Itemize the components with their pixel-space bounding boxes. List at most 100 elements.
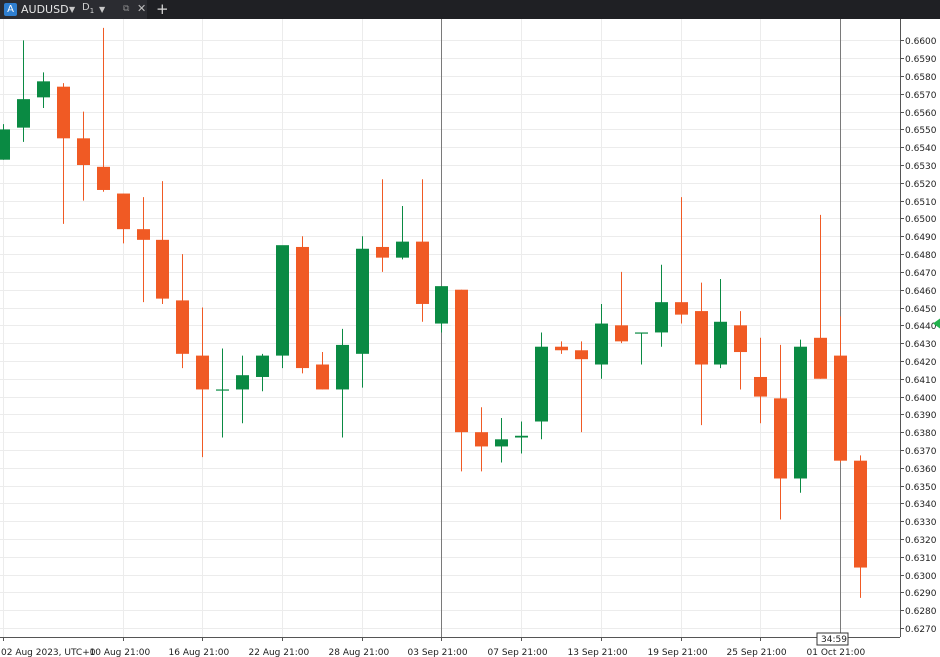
- candle-body: [37, 81, 50, 98]
- y-tick-label: 0.6330: [905, 518, 937, 528]
- candle-body: [396, 241, 409, 258]
- y-tick-label: 0.6430: [905, 340, 937, 350]
- bullish-candle: [396, 206, 409, 260]
- timer-label: 34:59: [821, 635, 847, 645]
- bearish-candle: [316, 352, 329, 390]
- timeframe-prefix: D: [82, 2, 90, 13]
- x-tick-label: 22 Aug 21:00: [249, 648, 310, 657]
- y-tick-label: 0.6580: [905, 73, 937, 83]
- x-tick-label: 03 Sep 21:00: [408, 648, 468, 657]
- timeframe-sub: 1: [89, 7, 95, 15]
- popout-icon[interactable]: ⧉: [123, 3, 129, 16]
- bearish-candle: [754, 337, 767, 424]
- watermark-logo: [374, 245, 564, 433]
- y-tick-label: 0.6520: [905, 180, 937, 190]
- bullish-candle: [714, 279, 727, 369]
- y-tick-label: 0.6500: [905, 215, 937, 225]
- bearish-candle: [296, 236, 309, 374]
- y-tick-label: 0.6370: [905, 447, 937, 457]
- symbol-icon: A: [4, 3, 17, 16]
- logo-mark: [374, 245, 564, 433]
- bearish-candle: [117, 193, 130, 244]
- bullish-candle: [276, 245, 289, 369]
- y-tick-label: 0.6380: [905, 429, 937, 439]
- bearish-candle: [416, 179, 429, 322]
- y-tick-label: 0.6590: [905, 55, 937, 65]
- candle-body: [0, 129, 10, 160]
- candle-body: [117, 193, 130, 230]
- bearish-candle: [615, 271, 628, 344]
- bullish-candle: [336, 328, 349, 438]
- symbol-title: AUDUSD: [21, 3, 69, 16]
- candle-body: [236, 375, 249, 390]
- chart-tab[interactable]: A AUDUSD ▼ D1 ▼ ⧉ ✕: [0, 0, 147, 19]
- bearish-candle: [376, 179, 389, 272]
- bearish-candle: [57, 83, 70, 224]
- bearish-candle: [774, 344, 787, 520]
- candle-body: [794, 346, 807, 479]
- y-tick-label: 0.6450: [905, 305, 937, 315]
- candle-body: [296, 246, 309, 369]
- candle-body: [814, 337, 827, 379]
- bullish-candle: [595, 303, 608, 379]
- y-tick-label: 0.6510: [905, 198, 937, 208]
- y-tick-label: 0.6350: [905, 483, 937, 493]
- bullish-candle: [37, 72, 50, 109]
- y-tick-label: 0.6360: [905, 465, 937, 475]
- y-tick-label: 0.6480: [905, 251, 937, 261]
- bearish-candle: [734, 311, 747, 390]
- bullish-candle: [535, 332, 548, 440]
- candle-body: [376, 246, 389, 258]
- y-tick-label: 0.6490: [905, 233, 937, 243]
- candle-body: [137, 229, 150, 240]
- session-lines: [441, 19, 841, 637]
- close-icon[interactable]: ✕: [137, 2, 146, 15]
- candle-body: [675, 302, 688, 315]
- candle-body: [17, 99, 30, 128]
- bearish-candle: [854, 455, 867, 598]
- tab-bar: A AUDUSD ▼ D1 ▼ ⧉ ✕ +: [0, 0, 940, 19]
- add-tab-icon[interactable]: +: [156, 0, 169, 18]
- candle-body: [256, 355, 269, 377]
- timeframe-dropdown-icon[interactable]: ▼: [99, 3, 105, 16]
- x-tick-label: 19 Sep 21:00: [648, 648, 708, 657]
- candle-body: [435, 286, 448, 324]
- y-tick-label: 0.6410: [905, 376, 937, 386]
- timeframe-selector[interactable]: D1: [82, 1, 94, 18]
- candle-body: [515, 435, 528, 438]
- candle-body: [834, 355, 847, 461]
- y-tick-label: 0.6320: [905, 536, 937, 546]
- bearish-candle: [575, 341, 588, 433]
- x-tick-label: 10 Aug 21:00: [90, 648, 151, 657]
- x-tick-label: 01 Oct 21:00: [807, 648, 866, 657]
- bullish-candle: [0, 124, 10, 160]
- bearish-candle: [455, 289, 468, 472]
- bullish-candle: [356, 236, 369, 388]
- bearish-candle: [176, 254, 189, 369]
- x-tick-label: 28 Aug 21:00: [329, 648, 390, 657]
- bearish-candle: [475, 407, 488, 472]
- candle-body: [695, 311, 708, 365]
- bullish-candle: [256, 353, 269, 392]
- x-tick-label: 16 Aug 21:00: [169, 648, 230, 657]
- bearish-candle: [834, 316, 847, 463]
- candle-body: [156, 239, 169, 299]
- y-tick-label: 0.6440: [905, 322, 937, 332]
- y-tick-label: 0.6300: [905, 572, 937, 582]
- candle-body: [535, 346, 548, 422]
- candle-body: [276, 245, 289, 356]
- y-tick-label: 0.6290: [905, 589, 937, 599]
- y-tick-label: 0.6470: [905, 269, 937, 279]
- candle-body: [555, 346, 568, 351]
- bullish-candle: [794, 339, 807, 493]
- y-tick-label: 0.6390: [905, 411, 937, 421]
- x-tick-label: 13 Sep 21:00: [568, 648, 628, 657]
- bearish-candle: [196, 307, 209, 458]
- price-chart[interactable]: 0.6600 0.6590 0.6580 0.6570 0.6560 0.6550 0.65…: [0, 19, 940, 657]
- bearish-candle: [77, 111, 90, 201]
- bearish-candle: [695, 282, 708, 426]
- symbol-dropdown-icon[interactable]: ▼: [69, 3, 75, 16]
- candles: [0, 27, 867, 598]
- bearish-candle: [675, 197, 688, 324]
- bullish-candle: [635, 332, 648, 365]
